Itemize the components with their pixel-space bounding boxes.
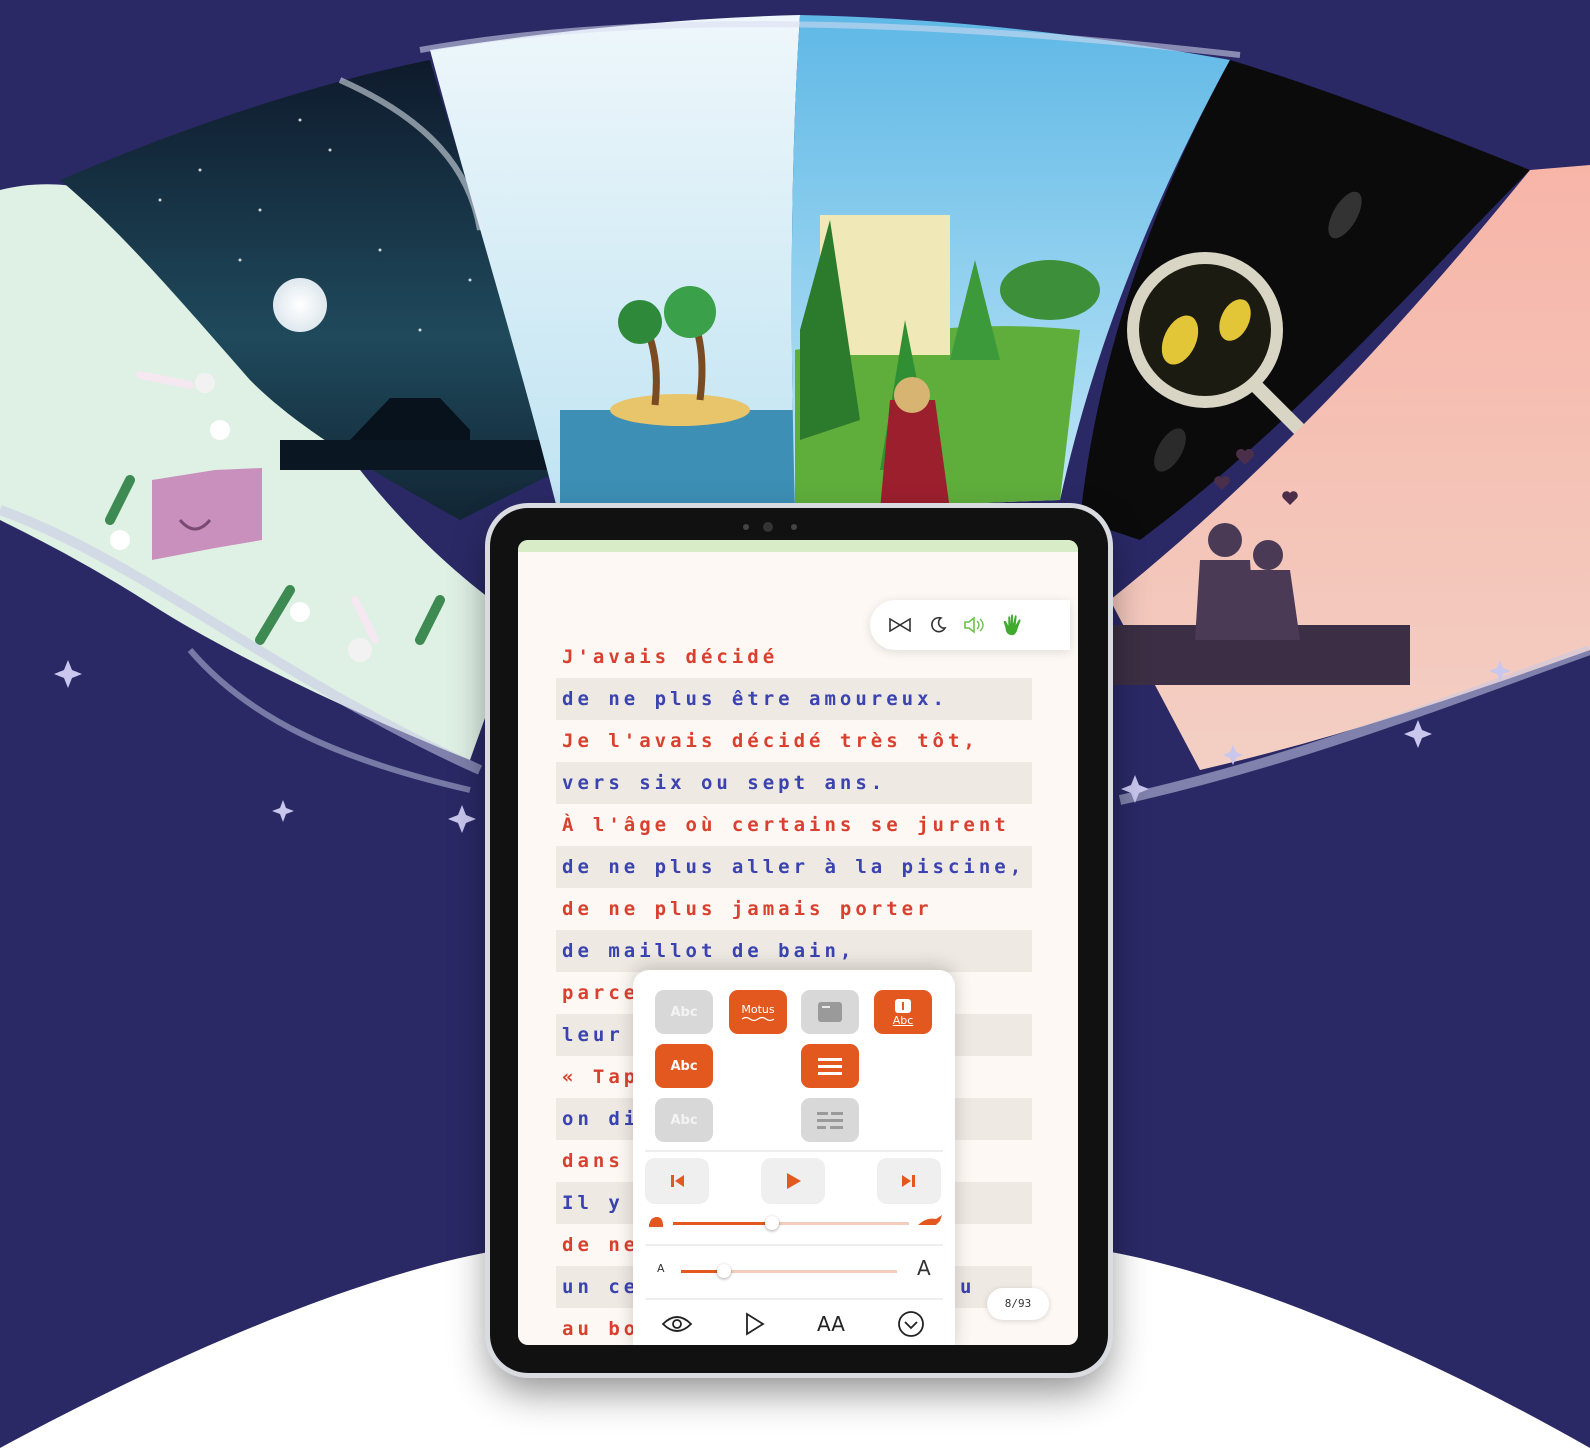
- speed-slider-knob[interactable]: [765, 1216, 780, 1230]
- style-motus-label: Motus: [741, 1002, 775, 1016]
- line-highlight-button[interactable]: [801, 1044, 859, 1088]
- style-plain-button[interactable]: Abc: [655, 990, 713, 1034]
- text-line: de ne plus jamais porter: [562, 898, 933, 920]
- spacing-button[interactable]: [801, 1098, 859, 1142]
- info-icon: [895, 998, 911, 1013]
- page-indicator: 8/93: [987, 1288, 1049, 1320]
- skip-back-icon: [671, 1175, 684, 1187]
- style-block-button[interactable]: [801, 990, 859, 1034]
- text-line: J'avais décidé: [562, 646, 779, 668]
- next-button[interactable]: [877, 1158, 941, 1204]
- spacing-lines-icon: [817, 1112, 843, 1129]
- collapse-icon[interactable]: [891, 1304, 931, 1344]
- tablet-device: J'avais décidé de ne plus être amoureux.…: [490, 508, 1108, 1373]
- settings-panel: Abc Motus Abc Abc Abc A A AA: [633, 970, 955, 1345]
- text-line: de ne plus être amoureux.: [556, 678, 1032, 720]
- hare-icon: [918, 1215, 942, 1225]
- previous-button[interactable]: [645, 1158, 709, 1204]
- style-syllable-button[interactable]: Abc: [874, 990, 932, 1034]
- moon-icon[interactable]: [926, 613, 950, 637]
- menu-lines-icon: [818, 1058, 842, 1075]
- text-size-small-label: A: [657, 1262, 665, 1275]
- eye-icon[interactable]: [657, 1304, 697, 1344]
- block-icon: [818, 1002, 842, 1022]
- divider: [645, 1298, 943, 1300]
- speed-slider-fill: [673, 1222, 773, 1225]
- camera-dots: [743, 522, 855, 532]
- wave-icon: [741, 1016, 775, 1021]
- bowtie-icon[interactable]: [888, 613, 912, 637]
- text-size-icon: AA: [817, 1312, 845, 1336]
- hand-icon[interactable]: [1000, 613, 1024, 637]
- text-size-slider[interactable]: [681, 1264, 897, 1278]
- divider: [645, 1150, 943, 1152]
- text-line-start: un ce: [562, 1276, 640, 1298]
- divider: [645, 1244, 943, 1246]
- text-line-end: u: [960, 1276, 976, 1298]
- play-button[interactable]: [761, 1158, 825, 1204]
- turtle-icon: [649, 1217, 663, 1227]
- screen-top-bar: [518, 540, 1078, 552]
- text-line: de maillot de bain,: [556, 930, 1032, 972]
- text-line: de ne plus aller à la piscine,: [556, 846, 1032, 888]
- reader-screen: J'avais décidé de ne plus être amoureux.…: [518, 540, 1078, 1345]
- play-outline-icon[interactable]: [735, 1304, 775, 1344]
- grey-text-button[interactable]: Abc: [655, 1098, 713, 1142]
- skip-forward-icon: [902, 1175, 915, 1187]
- speed-slider[interactable]: [673, 1216, 909, 1230]
- text-size-button[interactable]: AA: [811, 1304, 851, 1344]
- style-motus-button[interactable]: Motus: [729, 990, 787, 1034]
- style-syllable-label: Abc: [892, 1013, 914, 1027]
- text-size-large-label: A: [917, 1256, 931, 1280]
- text-size-slider-knob[interactable]: [717, 1264, 732, 1278]
- play-icon: [787, 1173, 801, 1189]
- text-line: vers six ou sept ans.: [556, 762, 1032, 804]
- color-text-button[interactable]: Abc: [655, 1044, 713, 1088]
- text-line: Je l'avais décidé très tôt,: [562, 730, 979, 752]
- speaker-icon[interactable]: [962, 613, 986, 637]
- text-line: À l'âge où certains se jurent: [562, 814, 1010, 836]
